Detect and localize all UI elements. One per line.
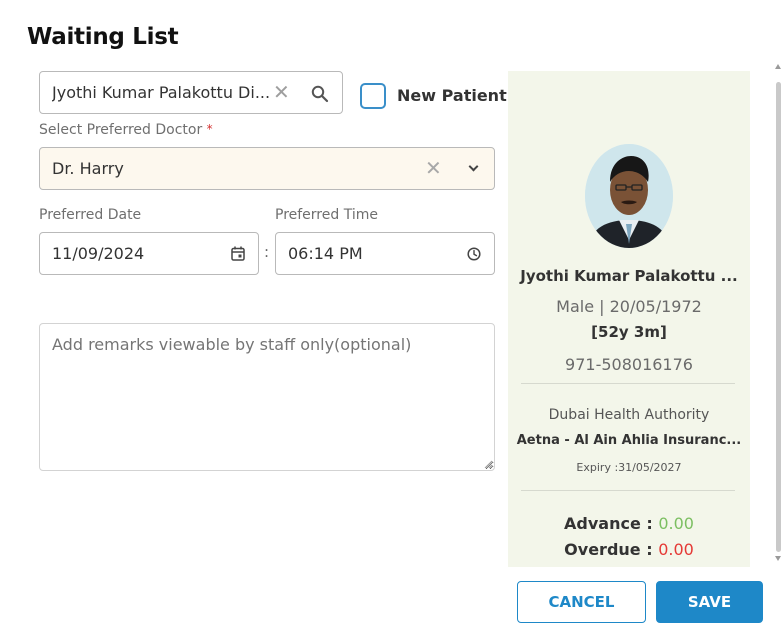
insurance-provider: Aetna - Al Ain Ahlia Insuranc... bbox=[516, 433, 742, 448]
date-label: Preferred Date bbox=[39, 207, 142, 223]
divider bbox=[521, 383, 735, 384]
advance-label: Advance : bbox=[564, 514, 653, 533]
cancel-button[interactable]: CANCEL bbox=[517, 581, 646, 623]
calendar-icon[interactable] bbox=[231, 246, 245, 261]
advance-row: Advance : 0.00 bbox=[508, 514, 750, 533]
patient-gender-dob: Male | 20/05/1972 bbox=[556, 297, 702, 316]
advance-value: 0.00 bbox=[658, 514, 694, 533]
new-patient-label: New Patient bbox=[397, 86, 507, 105]
preferred-time-input[interactable]: 06:14 PM bbox=[275, 232, 495, 275]
insurance-authority: Dubai Health Authority bbox=[548, 407, 710, 423]
time-label: Preferred Time bbox=[275, 207, 378, 223]
chevron-down-icon[interactable] bbox=[468, 161, 479, 172]
clock-icon[interactable] bbox=[467, 247, 481, 261]
preferred-time-value: 06:14 PM bbox=[288, 244, 363, 263]
doctor-select-value: Dr. Harry bbox=[52, 159, 124, 178]
close-icon[interactable]: ✕ bbox=[425, 158, 442, 178]
resize-handle-icon[interactable] bbox=[483, 459, 493, 469]
patient-summary-panel: Jyothi Kumar Palakottu ... Male | 20/05/… bbox=[508, 71, 750, 567]
patient-age: [52y 3m] bbox=[591, 323, 667, 341]
patient-name: Jyothi Kumar Palakottu ... bbox=[520, 267, 738, 285]
search-icon[interactable] bbox=[311, 85, 329, 103]
overdue-label: Overdue : bbox=[564, 540, 653, 559]
dialog-title: Waiting List bbox=[27, 24, 179, 50]
divider bbox=[521, 490, 735, 491]
doctor-select[interactable]: Dr. Harry ✕ bbox=[39, 147, 495, 190]
preferred-date-input[interactable]: 11/09/2024 bbox=[39, 232, 259, 275]
patient-phone: 971-508016176 bbox=[565, 355, 693, 374]
patient-search-value: Jyothi Kumar Palakottu Di... bbox=[52, 83, 271, 102]
doctor-label: Select Preferred Doctor * bbox=[39, 122, 213, 138]
time-separator: : bbox=[264, 243, 270, 261]
overdue-row: Overdue : 0.00 bbox=[508, 540, 750, 559]
save-button[interactable]: SAVE bbox=[656, 581, 763, 623]
new-patient-checkbox[interactable] bbox=[360, 83, 386, 109]
overdue-value: 0.00 bbox=[658, 540, 694, 559]
patient-photo bbox=[585, 144, 673, 248]
insurance-expiry: Expiry :31/05/2027 bbox=[576, 461, 682, 474]
close-icon[interactable]: ✕ bbox=[273, 82, 290, 102]
scrollbar-thumb[interactable] bbox=[776, 82, 781, 552]
scroll-down-icon[interactable] bbox=[775, 556, 781, 561]
required-mark: * bbox=[206, 122, 213, 136]
patient-avatar-icon bbox=[585, 144, 673, 248]
doctor-label-text: Select Preferred Doctor bbox=[39, 122, 203, 138]
scroll-up-icon[interactable] bbox=[775, 64, 781, 69]
waiting-list-dialog: Waiting List Jyothi Kumar Palakottu Di..… bbox=[0, 0, 783, 632]
remarks-textarea[interactable] bbox=[39, 323, 495, 471]
patient-search-input[interactable]: Jyothi Kumar Palakottu Di... ✕ bbox=[39, 71, 343, 114]
preferred-date-value: 11/09/2024 bbox=[52, 244, 145, 263]
